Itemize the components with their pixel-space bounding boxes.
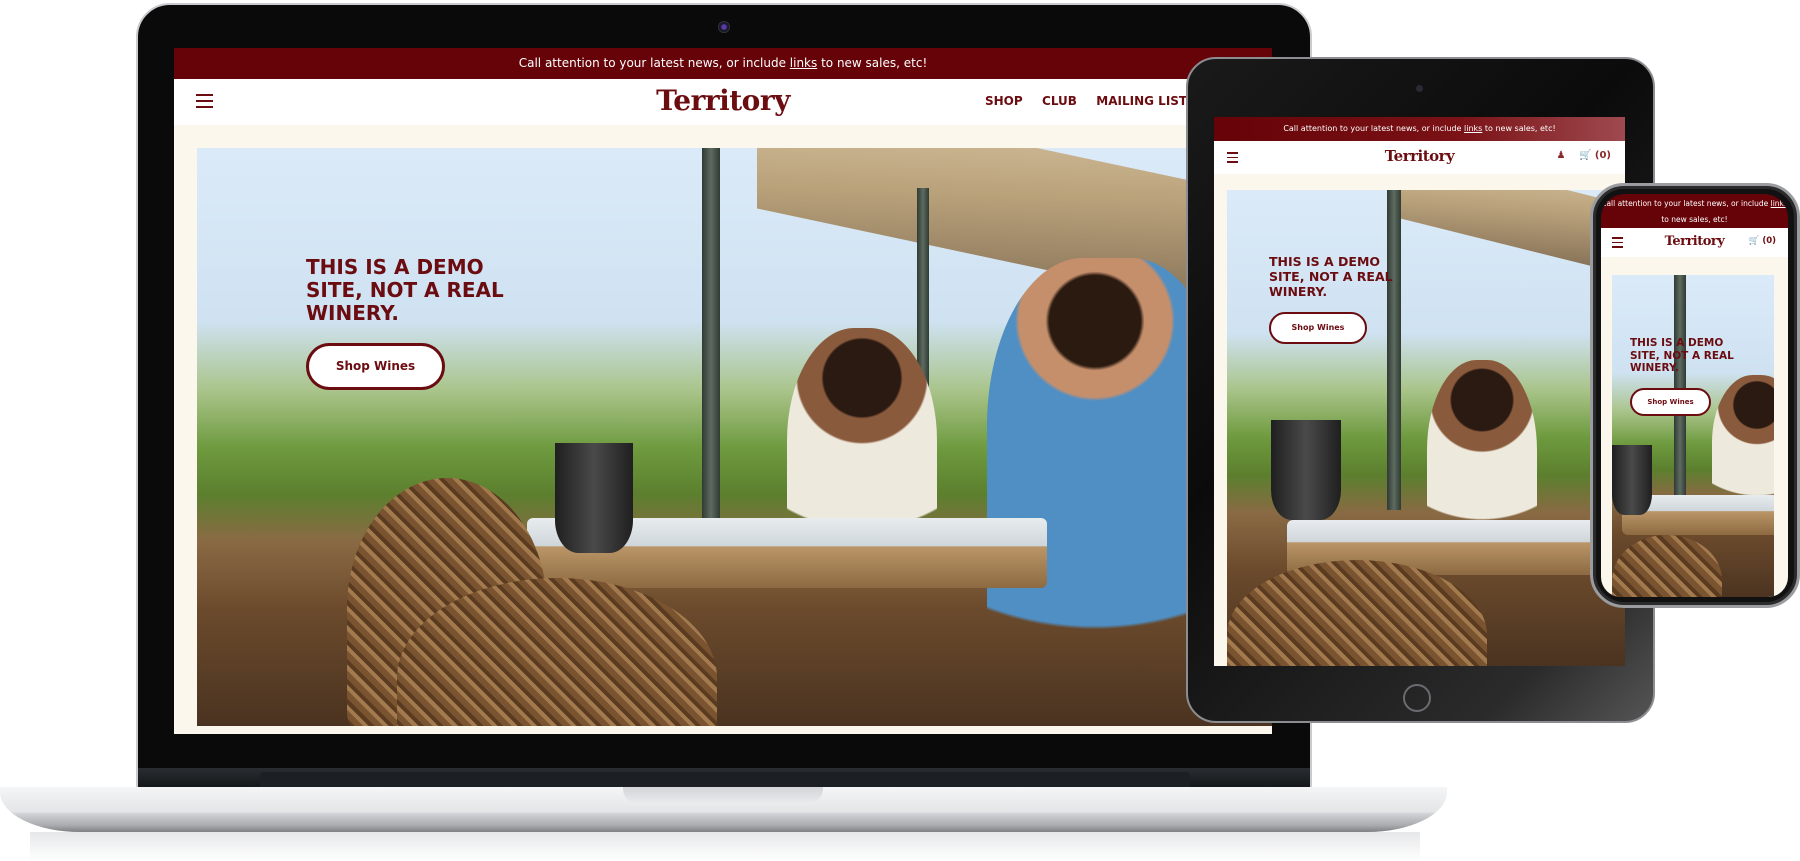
hero-title-line: WINERY. — [1630, 362, 1679, 374]
shop-wines-button[interactable]: Shop Wines — [306, 343, 445, 390]
hero-title: THIS IS A DEMO SITE, NOT A REAL WINERY. — [306, 256, 504, 325]
announcement-text: Call attention to your latest news, or i… — [1283, 124, 1465, 133]
hero-photo-pillar — [1387, 190, 1401, 510]
announcement-text: Call attention to your latest news, or i… — [518, 56, 790, 70]
camera-icon — [718, 21, 730, 33]
camera-icon — [1416, 85, 1423, 92]
home-button-icon — [1403, 684, 1431, 712]
hero-banner: THIS IS A DEMO SITE, NOT A REAL WINERY. … — [1227, 190, 1625, 666]
announcement-text-end: to new sales, etc! — [1661, 215, 1728, 224]
hero-title-line: THIS IS A DEMO — [306, 255, 484, 279]
hero-photo-chair — [1612, 535, 1722, 597]
cart-count[interactable]: (0) — [1762, 236, 1776, 246]
announcement-text-end: to new sales, etc! — [1482, 124, 1556, 133]
hero-title-line: SITE, NOT A REAL — [306, 278, 504, 302]
announcement-bar: Call attention to your latest news, or i… — [1601, 194, 1788, 228]
shop-wines-button[interactable]: Shop Wines — [1630, 388, 1711, 416]
hero-photo-wine-bucket — [555, 443, 633, 553]
hero-banner: THIS IS A DEMO SITE, NOT A REAL WINERY. … — [1612, 275, 1774, 597]
cart-count[interactable]: (0) — [1595, 150, 1611, 161]
laptop-hinge-inner — [260, 772, 1190, 788]
announcement-bar: Call attention to your latest news, or i… — [1214, 117, 1625, 141]
cart-icon[interactable]: 🛒 — [1749, 236, 1760, 246]
hero-title-line: SITE, NOT A REAL — [1269, 269, 1393, 284]
site-header: Territory SHOP CLUB MAILING LIST ♟ — [174, 79, 1272, 125]
hero-title: THIS IS A DEMO SITE, NOT A REAL WINERY. — [1630, 337, 1734, 375]
announcement-text-end: to new sales, etc! — [817, 56, 928, 70]
nav-club[interactable]: CLUB — [1042, 94, 1077, 108]
hero-title-line: WINERY. — [306, 301, 399, 325]
phone-screen: Call attention to your latest news, or i… — [1601, 194, 1788, 597]
shop-wines-button[interactable]: Shop Wines — [1269, 312, 1367, 344]
page-body: THIS IS A DEMO SITE, NOT A REAL WINERY. … — [1214, 174, 1625, 666]
announcement-link[interactable]: links — [1464, 124, 1482, 133]
tablet-screen: Call attention to your latest news, or i… — [1214, 117, 1625, 666]
site-header: Territory ♟ 🛒 (0) — [1214, 141, 1625, 174]
hero-title-line: WINERY. — [1269, 284, 1328, 299]
site-header: Territory 🛒 (0) — [1601, 228, 1788, 257]
announcement-bar: Call attention to your latest news, or i… — [174, 48, 1272, 79]
hero-banner: THIS IS A DEMO SITE, NOT A REAL WINERY. … — [197, 148, 1272, 726]
cart-icon[interactable]: 🛒 — [1579, 150, 1591, 161]
hero-photo-pillar — [702, 148, 720, 528]
laptop-notch — [623, 787, 823, 803]
header-actions: 🛒 (0) — [1749, 236, 1776, 246]
announcement-text: Call attention to your latest news, or i… — [1601, 199, 1771, 208]
hero-photo-chair — [1227, 560, 1487, 666]
hero-title-line: THIS IS A DEMO — [1269, 254, 1381, 269]
laptop-screen: Call attention to your latest news, or i… — [174, 48, 1272, 734]
page-body: THIS IS A DEMO SITE, NOT A REAL WINERY. … — [1601, 257, 1788, 597]
hero-photo-wine-bucket — [1271, 420, 1341, 520]
user-icon[interactable]: ♟ — [1557, 150, 1566, 161]
page-body: THIS IS A DEMO SITE, NOT A REAL WINERY. … — [174, 125, 1272, 734]
announcement-link[interactable]: links — [790, 56, 817, 70]
hero-photo-wine-bucket — [1612, 445, 1652, 515]
laptop-reflection — [30, 832, 1420, 861]
nav-mailing-list[interactable]: MAILING LIST — [1096, 94, 1187, 108]
hero-title: THIS IS A DEMO SITE, NOT A REAL WINERY. — [1269, 254, 1393, 299]
header-actions: ♟ 🛒 (0) — [1557, 150, 1612, 161]
main-nav: SHOP CLUB MAILING LIST ♟ — [985, 94, 1215, 108]
hero-title-line: SITE, NOT A REAL — [1630, 349, 1734, 362]
nav-shop[interactable]: SHOP — [985, 94, 1023, 108]
hero-title-line: THIS IS A DEMO — [1630, 337, 1724, 349]
